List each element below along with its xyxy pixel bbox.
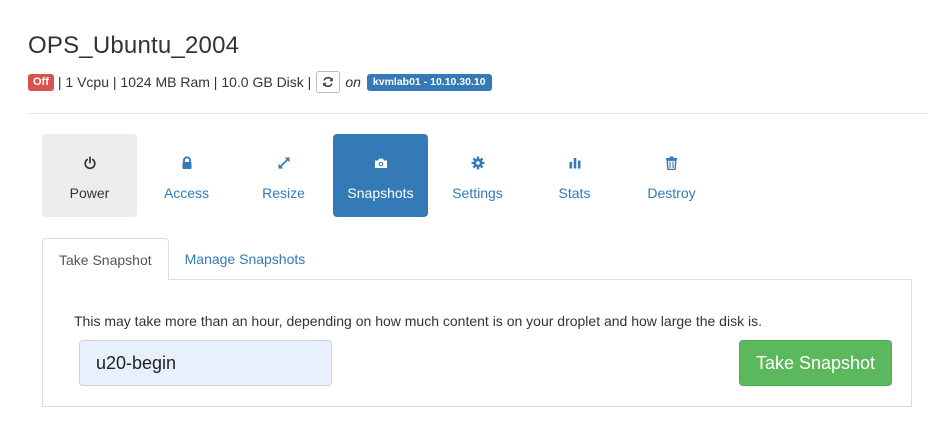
take-snapshot-button[interactable]: Take Snapshot xyxy=(739,340,892,386)
resize-button[interactable]: Resize xyxy=(236,134,331,217)
server-meta: Off | 1 Vcpu | 1024 MB Ram | 10.0 GB Dis… xyxy=(28,71,492,93)
tab-manage-snapshots[interactable]: Manage Snapshots xyxy=(169,238,322,280)
bar-chart-icon xyxy=(568,151,582,175)
on-label: on xyxy=(345,74,361,90)
power-icon xyxy=(83,151,97,175)
server-specs: | 1 Vcpu | 1024 MB Ram | 10.0 GB Disk | xyxy=(57,74,312,90)
refresh-icon xyxy=(323,76,334,88)
access-button[interactable]: Access xyxy=(139,134,234,217)
snapshots-button[interactable]: Snapshots xyxy=(333,134,428,217)
server-title: OPS_Ubuntu_2004 xyxy=(28,32,240,59)
resize-icon xyxy=(277,151,291,175)
host-badge[interactable]: kvmlab01 - 10.10.30.10 xyxy=(366,73,492,91)
snapshot-tabs: Take Snapshot Manage Snapshots xyxy=(42,238,912,281)
snapshot-panel: This may take more than an hour, dependi… xyxy=(42,280,912,407)
status-badge: Off xyxy=(28,73,54,91)
trash-icon xyxy=(665,151,678,175)
lock-icon xyxy=(180,151,194,175)
power-button[interactable]: Power xyxy=(42,134,137,217)
snapshots-label: Snapshots xyxy=(347,184,414,201)
destroy-label: Destroy xyxy=(647,184,696,201)
camera-icon xyxy=(374,151,388,175)
access-label: Access xyxy=(163,184,210,201)
tab-take-snapshot[interactable]: Take Snapshot xyxy=(42,238,169,281)
resize-label: Resize xyxy=(262,184,305,201)
snapshot-description: This may take more than an hour, dependi… xyxy=(74,313,762,329)
refresh-button[interactable] xyxy=(316,71,341,93)
action-bar: Power Access Resize Snapshots Settings S… xyxy=(42,134,721,217)
gear-icon xyxy=(471,151,485,175)
stats-label: Stats xyxy=(558,184,591,201)
destroy-button[interactable]: Destroy xyxy=(624,134,719,217)
settings-button[interactable]: Settings xyxy=(430,134,525,217)
snapshot-name-input[interactable] xyxy=(79,340,332,386)
settings-label: Settings xyxy=(452,184,503,201)
divider xyxy=(28,113,928,114)
stats-button[interactable]: Stats xyxy=(527,134,622,217)
power-label: Power xyxy=(69,184,110,201)
